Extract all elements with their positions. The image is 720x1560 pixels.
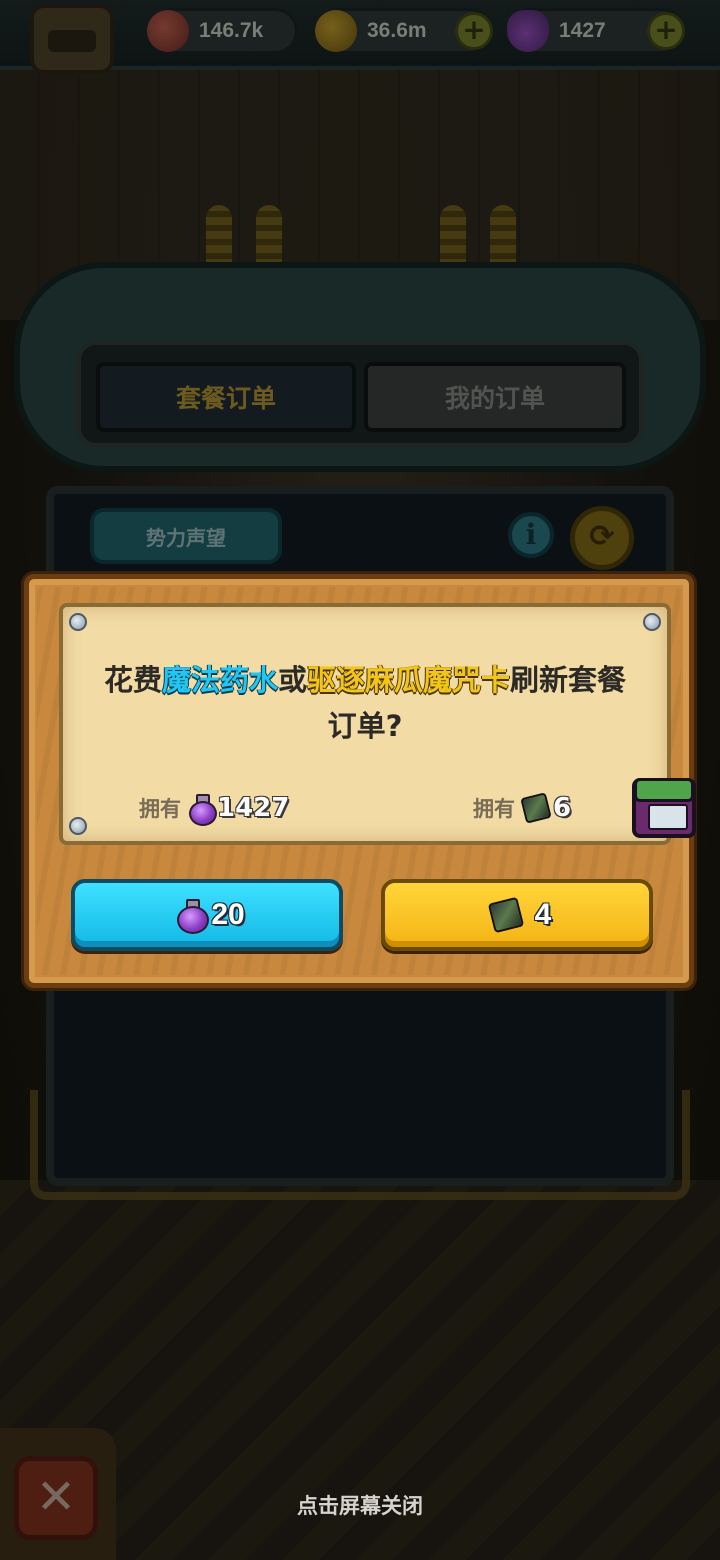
pay-with-card-button[interactable]: 4 (381, 879, 653, 951)
card-cost: 4 (534, 898, 552, 931)
owned-potions-amount: 1427 (217, 793, 290, 823)
rivet-icon (69, 817, 87, 835)
dialog-parchment: 花费魔法药水或驱逐麻瓜魔咒卡刷新套餐订单? 拥有 1427 拥有 6 (59, 603, 671, 845)
owned-label: 拥有 (139, 797, 181, 821)
dialog-question: 花费魔法药水或驱逐麻瓜魔咒卡刷新套餐订单? (103, 657, 627, 749)
owned-cards: 拥有 6 (473, 792, 572, 824)
spell-card-icon (487, 896, 524, 934)
rivet-icon (643, 613, 661, 631)
magic-potion-label: 魔法药水 (161, 663, 278, 697)
potion-icon (177, 899, 210, 934)
tap-to-close-hint: 点击屏幕关闭 (297, 1494, 423, 1518)
owned-label: 拥有 (473, 797, 515, 821)
potion-icon (189, 794, 217, 826)
pay-with-potion-button[interactable]: 20 (71, 879, 343, 951)
spell-card-label: 驱逐麻瓜魔咒卡 (307, 663, 511, 697)
refresh-orders-dialog: 花费魔法药水或驱逐麻瓜魔咒卡刷新套餐订单? 拥有 1427 拥有 6 20 4 (24, 574, 694, 988)
question-text-prefix: 花费 (103, 663, 162, 697)
potion-cost: 20 (211, 898, 245, 931)
chest-icon[interactable] (632, 778, 696, 838)
rivet-icon (69, 613, 87, 631)
question-text-or: 或 (277, 663, 307, 697)
owned-potions: 拥有 1427 (139, 793, 290, 826)
spell-card-icon (520, 792, 552, 824)
owned-cards-amount: 6 (553, 793, 572, 823)
